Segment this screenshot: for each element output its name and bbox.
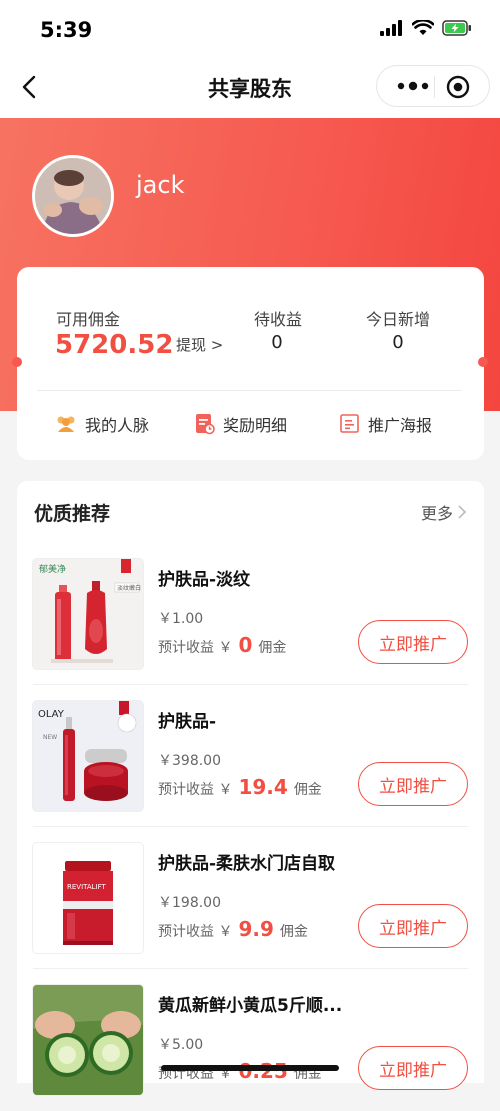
estimated-earnings: 预计收益 ￥ 0 佣金 (158, 633, 286, 657)
available-commission-value: 5720.52 (55, 330, 174, 360)
earnings-amount: 0 (238, 633, 253, 657)
product-image: REVITALIFT (33, 843, 143, 953)
product-thumbnail: OLAY NEW (33, 701, 143, 811)
promote-button[interactable]: 立即推广 (358, 1046, 468, 1090)
product-name: 护肤品- (158, 712, 217, 732)
thumb-sub-text: NEW (43, 734, 57, 741)
home-indicator (161, 1065, 339, 1071)
product-price: ￥398.00 (158, 753, 221, 769)
card-divider (37, 390, 462, 391)
earnings-unit: 佣金 (258, 640, 287, 656)
status-icons (380, 20, 472, 36)
mini-program-capsule (376, 65, 490, 107)
product-name: 黄瓜新鲜小黄瓜5斤顺... (158, 996, 343, 1016)
promo-poster-link[interactable]: 推广海报 (340, 412, 432, 436)
my-network-link[interactable]: 我的人脉 (55, 412, 149, 436)
avatar[interactable] (32, 155, 114, 237)
pending-income-value: 0 (271, 332, 283, 353)
earnings-amount: 0.25 (238, 1059, 288, 1083)
avatar-photo (35, 158, 111, 234)
today-new-label: 今日新增 (366, 310, 431, 329)
pending-income-label: 待收益 (254, 310, 303, 329)
product-name: 护肤品-柔肤水门店自取 (158, 854, 336, 874)
card-notch-left (12, 357, 22, 367)
people-icon (57, 416, 75, 432)
withdraw-link[interactable]: 提现 > (176, 334, 223, 355)
product-image: OLAY NEW (33, 701, 143, 811)
thumb-brand-text: OLAY (38, 709, 65, 720)
earnings-label: 预计收益 ￥ (158, 782, 233, 798)
reward-detail-label: 奖励明细 (223, 416, 288, 435)
more-options-icon[interactable] (395, 78, 431, 94)
thumb-brand-text: 郁美净 (39, 563, 66, 575)
product-item[interactable]: OLAY NEW 护肤品- ￥398.00 预计收益 ￥ 19.4 佣金 立即推… (17, 685, 484, 827)
promo-poster-label: 推广海报 (368, 416, 433, 435)
promote-button[interactable]: 立即推广 (358, 904, 468, 948)
earnings-amount: 9.9 (238, 917, 274, 941)
today-new-value: 0 (392, 332, 404, 353)
earnings-unit: 佣金 (293, 782, 322, 798)
promote-button[interactable]: 立即推广 (358, 762, 468, 806)
estimated-earnings: 预计收益 ￥ 19.4 佣金 (158, 775, 322, 799)
nav-bar: 共享股东 (0, 58, 500, 118)
thumb-tag-text: 淡纹嫩白 (117, 584, 141, 592)
signal-icon (380, 20, 402, 36)
more-label: 更多 (420, 504, 453, 523)
available-commission-label: 可用佣金 (56, 310, 121, 329)
product-price: ￥198.00 (158, 895, 221, 911)
capsule-divider (434, 76, 435, 98)
status-time: 5:39 (40, 18, 93, 42)
battery-charging-icon (442, 20, 471, 36)
thumb-brand-text: REVITALIFT (67, 883, 107, 891)
wifi-icon (412, 20, 434, 35)
earnings-label: 预计收益 ￥ (158, 640, 233, 656)
my-network-label: 我的人脉 (85, 416, 150, 435)
status-bar: 5:39 (0, 0, 500, 58)
product-image (33, 985, 143, 1095)
product-price: ￥1.00 (158, 611, 204, 627)
product-price: ￥5.00 (158, 1037, 204, 1053)
close-mini-program-icon[interactable] (446, 75, 470, 99)
earnings-amount: 19.4 (238, 775, 288, 799)
product-thumbnail: REVITALIFT (33, 843, 143, 953)
earnings-unit: 佣金 (279, 924, 308, 940)
reward-detail-icon (196, 414, 215, 435)
product-item[interactable]: 郁美净 淡纹嫩白 护肤品-淡纹 ￥1.00 预计收益 ￥ 0 佣金 立即推广 (17, 543, 484, 685)
promote-button[interactable]: 立即推广 (358, 620, 468, 664)
product-thumbnail (33, 985, 143, 1095)
product-item[interactable]: REVITALIFT 护肤品-柔肤水门店自取 ￥198.00 预计收益 ￥ 9.… (17, 827, 484, 969)
product-name: 护肤品-淡纹 (158, 570, 251, 590)
estimated-earnings: 预计收益 ￥ 9.9 佣金 (158, 917, 308, 941)
estimated-earnings: 预计收益 ￥ 0.25 佣金 (158, 1059, 322, 1083)
product-item[interactable]: 黄瓜新鲜小黄瓜5斤顺... ￥5.00 预计收益 ￥ 0.25 佣金 立即推广 (17, 969, 484, 1111)
product-image: 郁美净 淡纹嫩白 (33, 559, 143, 669)
recommend-title: 优质推荐 (34, 503, 111, 525)
card-notch-right (478, 357, 488, 367)
poster-icon (340, 414, 359, 433)
username: jack (136, 171, 185, 199)
product-thumbnail: 郁美净 淡纹嫩白 (33, 559, 143, 669)
reward-detail-link[interactable]: 奖励明细 (195, 412, 287, 436)
earnings-label: 预计收益 ￥ (158, 924, 233, 940)
more-link[interactable]: 更多 (421, 500, 467, 524)
chevron-right-icon (458, 505, 467, 519)
